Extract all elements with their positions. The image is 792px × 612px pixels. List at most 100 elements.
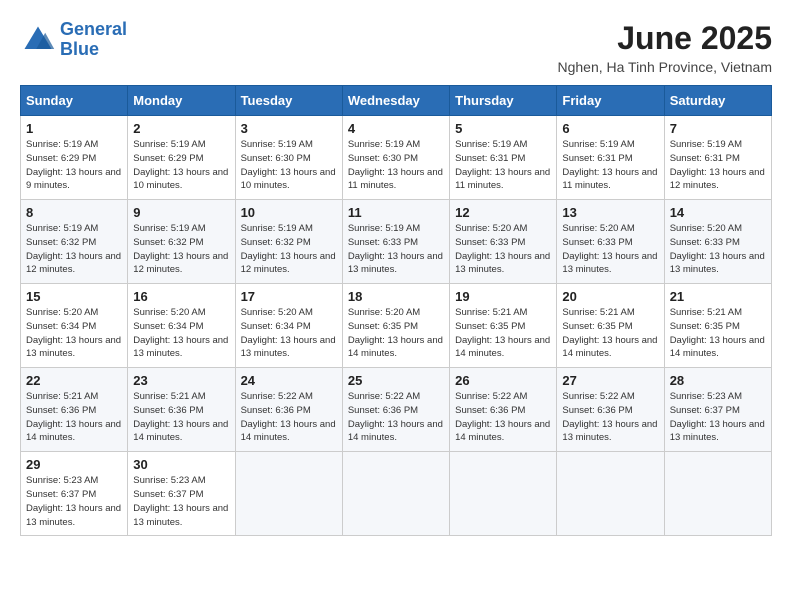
day-info: Sunrise: 5:19 AM Sunset: 6:32 PM Dayligh… xyxy=(26,222,122,277)
calendar-cell xyxy=(450,452,557,536)
weekday-header: Sunday xyxy=(21,86,128,116)
day-info: Sunrise: 5:23 AM Sunset: 6:37 PM Dayligh… xyxy=(26,474,122,529)
day-number: 22 xyxy=(26,373,122,388)
day-info: Sunrise: 5:19 AM Sunset: 6:33 PM Dayligh… xyxy=(348,222,444,277)
logo-icon xyxy=(20,22,56,58)
day-number: 8 xyxy=(26,205,122,220)
calendar-cell: 10 Sunrise: 5:19 AM Sunset: 6:32 PM Dayl… xyxy=(235,200,342,284)
day-info: Sunrise: 5:23 AM Sunset: 6:37 PM Dayligh… xyxy=(670,390,766,445)
calendar-cell: 24 Sunrise: 5:22 AM Sunset: 6:36 PM Dayl… xyxy=(235,368,342,452)
logo-text: General Blue xyxy=(60,20,127,60)
day-info: Sunrise: 5:21 AM Sunset: 6:36 PM Dayligh… xyxy=(26,390,122,445)
weekday-header: Saturday xyxy=(664,86,771,116)
day-number: 20 xyxy=(562,289,658,304)
day-number: 26 xyxy=(455,373,551,388)
calendar-cell: 9 Sunrise: 5:19 AM Sunset: 6:32 PM Dayli… xyxy=(128,200,235,284)
weekday-header: Monday xyxy=(128,86,235,116)
calendar-cell: 3 Sunrise: 5:19 AM Sunset: 6:30 PM Dayli… xyxy=(235,116,342,200)
weekday-header: Thursday xyxy=(450,86,557,116)
title-area: June 2025 Nghen, Ha Tinh Province, Vietn… xyxy=(557,20,772,75)
calendar-cell: 13 Sunrise: 5:20 AM Sunset: 6:33 PM Dayl… xyxy=(557,200,664,284)
calendar-cell: 27 Sunrise: 5:22 AM Sunset: 6:36 PM Dayl… xyxy=(557,368,664,452)
day-info: Sunrise: 5:22 AM Sunset: 6:36 PM Dayligh… xyxy=(562,390,658,445)
weekday-header: Friday xyxy=(557,86,664,116)
calendar-week-row: 22 Sunrise: 5:21 AM Sunset: 6:36 PM Dayl… xyxy=(21,368,772,452)
logo: General Blue xyxy=(20,20,127,60)
day-info: Sunrise: 5:21 AM Sunset: 6:36 PM Dayligh… xyxy=(133,390,229,445)
day-info: Sunrise: 5:20 AM Sunset: 6:33 PM Dayligh… xyxy=(562,222,658,277)
day-info: Sunrise: 5:19 AM Sunset: 6:30 PM Dayligh… xyxy=(348,138,444,193)
day-number: 30 xyxy=(133,457,229,472)
calendar-cell: 4 Sunrise: 5:19 AM Sunset: 6:30 PM Dayli… xyxy=(342,116,449,200)
calendar-cell: 23 Sunrise: 5:21 AM Sunset: 6:36 PM Dayl… xyxy=(128,368,235,452)
calendar-cell: 8 Sunrise: 5:19 AM Sunset: 6:32 PM Dayli… xyxy=(21,200,128,284)
day-number: 14 xyxy=(670,205,766,220)
calendar-cell: 2 Sunrise: 5:19 AM Sunset: 6:29 PM Dayli… xyxy=(128,116,235,200)
calendar-cell: 25 Sunrise: 5:22 AM Sunset: 6:36 PM Dayl… xyxy=(342,368,449,452)
day-number: 27 xyxy=(562,373,658,388)
day-number: 24 xyxy=(241,373,337,388)
calendar-cell: 11 Sunrise: 5:19 AM Sunset: 6:33 PM Dayl… xyxy=(342,200,449,284)
day-info: Sunrise: 5:19 AM Sunset: 6:30 PM Dayligh… xyxy=(241,138,337,193)
calendar-cell: 17 Sunrise: 5:20 AM Sunset: 6:34 PM Dayl… xyxy=(235,284,342,368)
calendar-week-row: 15 Sunrise: 5:20 AM Sunset: 6:34 PM Dayl… xyxy=(21,284,772,368)
page-title: June 2025 xyxy=(557,20,772,57)
calendar-week-row: 8 Sunrise: 5:19 AM Sunset: 6:32 PM Dayli… xyxy=(21,200,772,284)
day-info: Sunrise: 5:20 AM Sunset: 6:35 PM Dayligh… xyxy=(348,306,444,361)
page-subtitle: Nghen, Ha Tinh Province, Vietnam xyxy=(557,59,772,75)
day-number: 12 xyxy=(455,205,551,220)
calendar-cell: 5 Sunrise: 5:19 AM Sunset: 6:31 PM Dayli… xyxy=(450,116,557,200)
page-header: General Blue June 2025 Nghen, Ha Tinh Pr… xyxy=(20,20,772,75)
weekday-header: Wednesday xyxy=(342,86,449,116)
day-info: Sunrise: 5:19 AM Sunset: 6:31 PM Dayligh… xyxy=(562,138,658,193)
weekday-header: Tuesday xyxy=(235,86,342,116)
calendar-cell xyxy=(664,452,771,536)
day-info: Sunrise: 5:19 AM Sunset: 6:29 PM Dayligh… xyxy=(26,138,122,193)
day-info: Sunrise: 5:22 AM Sunset: 6:36 PM Dayligh… xyxy=(348,390,444,445)
calendar-header-row: SundayMondayTuesdayWednesdayThursdayFrid… xyxy=(21,86,772,116)
day-number: 7 xyxy=(670,121,766,136)
day-number: 17 xyxy=(241,289,337,304)
calendar-cell: 29 Sunrise: 5:23 AM Sunset: 6:37 PM Dayl… xyxy=(21,452,128,536)
day-info: Sunrise: 5:21 AM Sunset: 6:35 PM Dayligh… xyxy=(562,306,658,361)
calendar-cell: 26 Sunrise: 5:22 AM Sunset: 6:36 PM Dayl… xyxy=(450,368,557,452)
calendar-cell: 30 Sunrise: 5:23 AM Sunset: 6:37 PM Dayl… xyxy=(128,452,235,536)
calendar-cell: 22 Sunrise: 5:21 AM Sunset: 6:36 PM Dayl… xyxy=(21,368,128,452)
day-info: Sunrise: 5:20 AM Sunset: 6:34 PM Dayligh… xyxy=(241,306,337,361)
calendar-cell: 14 Sunrise: 5:20 AM Sunset: 6:33 PM Dayl… xyxy=(664,200,771,284)
day-number: 15 xyxy=(26,289,122,304)
day-info: Sunrise: 5:20 AM Sunset: 6:34 PM Dayligh… xyxy=(26,306,122,361)
calendar-cell: 19 Sunrise: 5:21 AM Sunset: 6:35 PM Dayl… xyxy=(450,284,557,368)
day-number: 28 xyxy=(670,373,766,388)
day-number: 6 xyxy=(562,121,658,136)
day-number: 4 xyxy=(348,121,444,136)
day-info: Sunrise: 5:21 AM Sunset: 6:35 PM Dayligh… xyxy=(455,306,551,361)
day-info: Sunrise: 5:20 AM Sunset: 6:33 PM Dayligh… xyxy=(455,222,551,277)
calendar-cell: 21 Sunrise: 5:21 AM Sunset: 6:35 PM Dayl… xyxy=(664,284,771,368)
day-number: 21 xyxy=(670,289,766,304)
calendar-cell: 15 Sunrise: 5:20 AM Sunset: 6:34 PM Dayl… xyxy=(21,284,128,368)
calendar-cell: 7 Sunrise: 5:19 AM Sunset: 6:31 PM Dayli… xyxy=(664,116,771,200)
calendar-cell: 18 Sunrise: 5:20 AM Sunset: 6:35 PM Dayl… xyxy=(342,284,449,368)
calendar-week-row: 29 Sunrise: 5:23 AM Sunset: 6:37 PM Dayl… xyxy=(21,452,772,536)
day-number: 1 xyxy=(26,121,122,136)
day-info: Sunrise: 5:19 AM Sunset: 6:31 PM Dayligh… xyxy=(455,138,551,193)
calendar-week-row: 1 Sunrise: 5:19 AM Sunset: 6:29 PM Dayli… xyxy=(21,116,772,200)
day-info: Sunrise: 5:23 AM Sunset: 6:37 PM Dayligh… xyxy=(133,474,229,529)
calendar-cell: 16 Sunrise: 5:20 AM Sunset: 6:34 PM Dayl… xyxy=(128,284,235,368)
day-info: Sunrise: 5:20 AM Sunset: 6:34 PM Dayligh… xyxy=(133,306,229,361)
day-info: Sunrise: 5:19 AM Sunset: 6:32 PM Dayligh… xyxy=(133,222,229,277)
day-info: Sunrise: 5:19 AM Sunset: 6:29 PM Dayligh… xyxy=(133,138,229,193)
day-number: 13 xyxy=(562,205,658,220)
calendar-cell xyxy=(342,452,449,536)
day-number: 18 xyxy=(348,289,444,304)
day-info: Sunrise: 5:22 AM Sunset: 6:36 PM Dayligh… xyxy=(455,390,551,445)
day-number: 25 xyxy=(348,373,444,388)
calendar-cell: 1 Sunrise: 5:19 AM Sunset: 6:29 PM Dayli… xyxy=(21,116,128,200)
calendar-cell: 20 Sunrise: 5:21 AM Sunset: 6:35 PM Dayl… xyxy=(557,284,664,368)
day-info: Sunrise: 5:21 AM Sunset: 6:35 PM Dayligh… xyxy=(670,306,766,361)
day-info: Sunrise: 5:19 AM Sunset: 6:32 PM Dayligh… xyxy=(241,222,337,277)
day-number: 23 xyxy=(133,373,229,388)
day-info: Sunrise: 5:22 AM Sunset: 6:36 PM Dayligh… xyxy=(241,390,337,445)
day-number: 11 xyxy=(348,205,444,220)
